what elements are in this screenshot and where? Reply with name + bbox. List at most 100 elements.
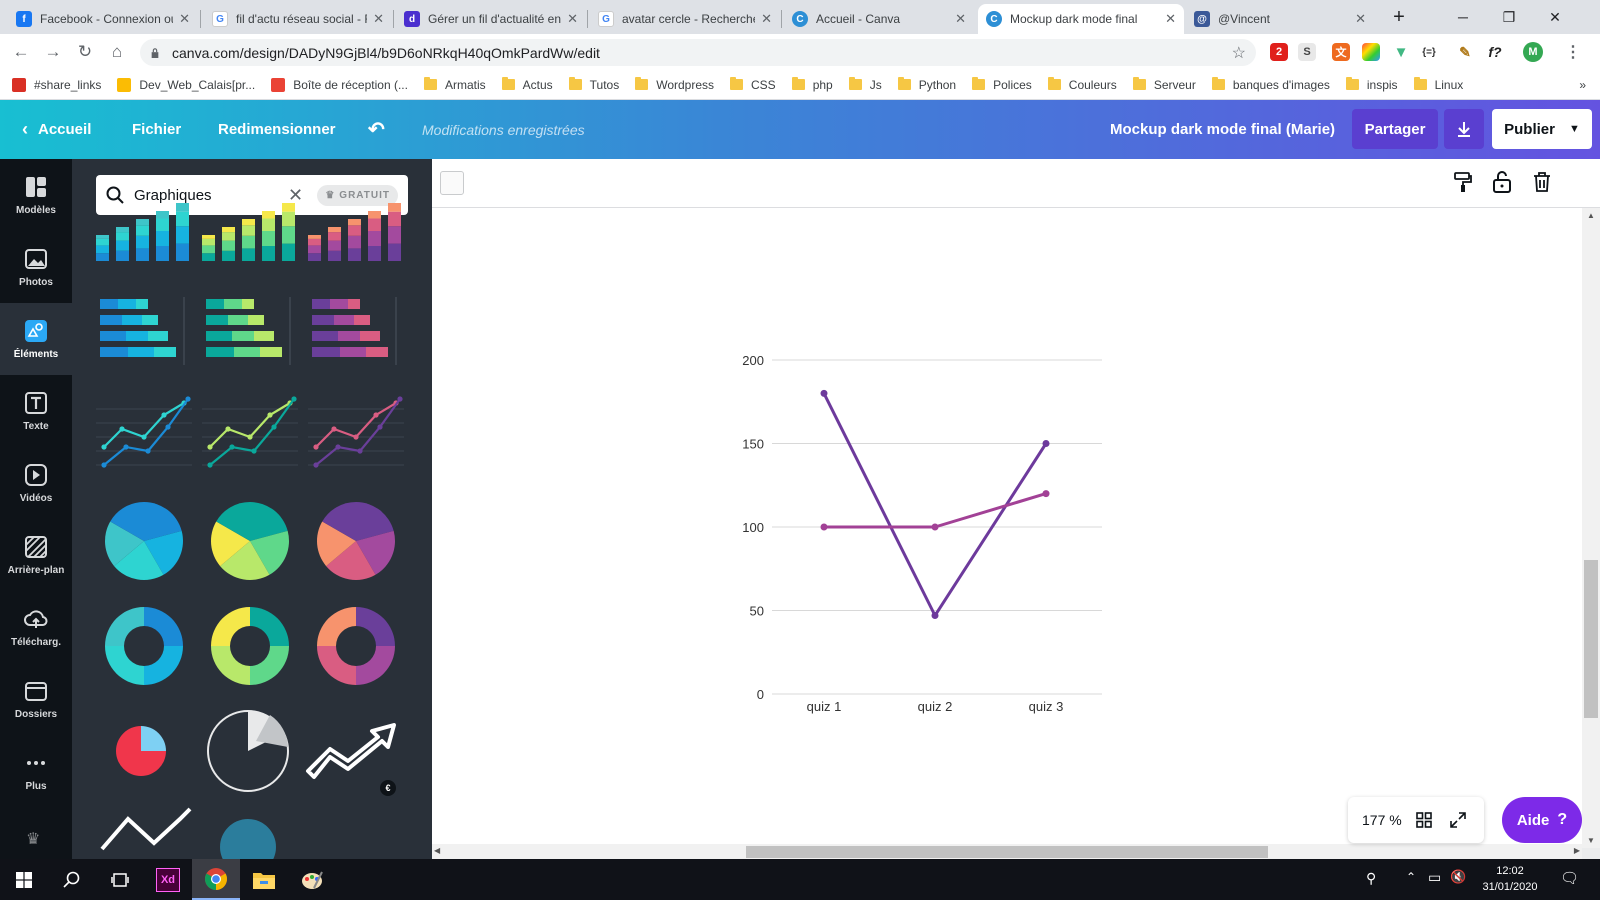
scroll-thumb[interactable]	[746, 846, 1268, 858]
vertical-scrollbar[interactable]: ▲ ▼	[1582, 208, 1600, 848]
bookmark-star-icon[interactable]: ☆	[1232, 43, 1246, 63]
graphic-line-chart[interactable]	[308, 396, 404, 468]
bookmark-item[interactable]: banques d'images	[1211, 77, 1330, 92]
bookmark-item[interactable]: #share_links	[12, 77, 101, 92]
bookmark-item[interactable]: Serveur	[1132, 77, 1196, 92]
graphic-circle[interactable]	[220, 819, 276, 859]
scroll-thumb[interactable]	[1584, 560, 1598, 718]
trash-icon[interactable]	[1532, 171, 1552, 193]
tab-canva-home[interactable]: C Accueil - Canva ✕	[784, 4, 974, 34]
rail-item-background[interactable]: Arrière-plan	[0, 519, 72, 591]
clock[interactable]: 12:02 31/01/2020	[1478, 863, 1542, 895]
download-button[interactable]	[1444, 109, 1484, 149]
tray-chevron-up-icon[interactable]: ⌃	[1406, 870, 1416, 884]
reload-button[interactable]: ↻	[72, 40, 98, 64]
xd-icon[interactable]: Xd	[144, 859, 192, 900]
graphic-line-chart[interactable]	[96, 396, 192, 468]
home-button[interactable]: ⌂	[104, 40, 130, 64]
close-icon[interactable]: ✕	[567, 11, 578, 27]
tab-dailymotion[interactable]: d Gérer un fil d'actualité en ✕	[396, 4, 586, 34]
color-swatch[interactable]	[440, 171, 464, 195]
graphic-pie-outline[interactable]	[207, 710, 289, 792]
rail-item-elements[interactable]: Éléments	[0, 303, 72, 375]
close-icon[interactable]: ✕	[1165, 11, 1176, 27]
graphic-stacked-bar[interactable]	[206, 297, 291, 365]
share-button[interactable]: Partager	[1352, 109, 1438, 149]
close-icon[interactable]: ✕	[1355, 11, 1366, 27]
scroll-up-icon[interactable]: ▲	[1587, 211, 1595, 220]
graphic-stacked-bar[interactable]	[312, 297, 397, 365]
back-button[interactable]: ←	[8, 40, 34, 64]
fullscreen-icon[interactable]	[1449, 812, 1466, 828]
menu-icon[interactable]: ⋮	[1564, 43, 1582, 61]
line-chart[interactable]: 0 50 100 150 200 quiz 1 quiz 2 quiz 3	[432, 208, 1582, 848]
bookmark-item[interactable]: Couleurs	[1047, 77, 1117, 92]
task-view-icon[interactable]	[96, 859, 144, 900]
avatar[interactable]: M	[1523, 42, 1543, 62]
graphic-stacked-column[interactable]	[202, 203, 295, 261]
publish-button[interactable]: Publier ▼	[1492, 109, 1592, 149]
paint-icon[interactable]	[288, 859, 336, 900]
tab-vincent[interactable]: @ @Vincent ✕	[1186, 4, 1374, 34]
graphic-stacked-column[interactable]	[96, 203, 189, 261]
undo-button[interactable]: ↶	[368, 100, 385, 159]
resize-button[interactable]: Redimensionner	[218, 100, 336, 159]
tab-google-search[interactable]: G fil d'actu réseau social - R ✕	[204, 4, 392, 34]
graphic-pie-chart[interactable]	[317, 502, 395, 580]
graphic-donut-chart[interactable]	[105, 607, 183, 685]
graphic-stacked-bar[interactable]	[100, 297, 185, 365]
graphic-growth-arrow[interactable]	[306, 723, 396, 779]
volume-muted-icon[interactable]: 🔇	[1450, 869, 1466, 885]
graphic-pie-chart[interactable]	[211, 502, 289, 580]
scroll-left-icon[interactable]: ◀	[434, 846, 440, 855]
graphic-line-chart[interactable]	[202, 396, 298, 468]
rail-item-folder[interactable]: Dossiers	[0, 663, 72, 735]
bookmark-item[interactable]: Python	[897, 77, 956, 92]
bookmark-item[interactable]: Armatis	[423, 77, 486, 92]
tray-people-icon[interactable]: ⚲	[1366, 870, 1376, 887]
doc-title[interactable]: Mockup dark mode final (Marie)	[1110, 100, 1335, 159]
close-icon[interactable]: ✕	[373, 11, 384, 27]
vue-icon[interactable]: ▼	[1392, 43, 1410, 61]
scroll-down-icon[interactable]: ▼	[1587, 836, 1595, 845]
bookmark-item[interactable]: Wordpress	[635, 77, 714, 92]
bookmark-item[interactable]: Tutos	[568, 77, 619, 92]
rail-item-photos[interactable]: Photos	[0, 231, 72, 303]
graphic-pie-chart[interactable]	[105, 502, 183, 580]
tab-canva-mockup[interactable]: C Mockup dark mode final ✕	[978, 4, 1184, 34]
graphic-stacked-column[interactable]	[308, 203, 401, 261]
more-bookmarks-button[interactable]: »	[1579, 78, 1586, 92]
tab-facebook[interactable]: f Facebook - Connexion ou ✕	[8, 4, 198, 34]
chrome-icon[interactable]	[192, 859, 240, 900]
new-tab-button[interactable]: +	[1376, 0, 1422, 34]
search-icon[interactable]	[48, 859, 96, 900]
grid-view-icon[interactable]	[1415, 812, 1432, 828]
url-bar[interactable]: canva.com/design/DADyN9GjBl4/b9D6oNRkqH4…	[140, 39, 1256, 66]
bookmark-item[interactable]: Linux	[1413, 77, 1463, 92]
bookmark-item[interactable]: inspis	[1345, 77, 1398, 92]
unlock-icon[interactable]	[1492, 170, 1512, 194]
tab-avatar-search[interactable]: G avatar cercle - Recherche ✕	[590, 4, 780, 34]
s-icon[interactable]: S	[1298, 43, 1316, 61]
notifications-icon[interactable]: 🗨	[1560, 869, 1579, 887]
adblock-icon[interactable]: 2	[1270, 43, 1288, 61]
horizontal-scrollbar[interactable]: ◀ ▶	[432, 844, 1582, 859]
bookmark-item[interactable]: Boîte de réception (...	[271, 77, 408, 92]
bookmark-item[interactable]: Polices	[972, 77, 1032, 92]
rail-item-text[interactable]: Texte	[0, 375, 72, 447]
translate-icon[interactable]: 文	[1332, 43, 1350, 61]
graphic-trend-arrow[interactable]	[100, 807, 192, 851]
close-window-button[interactable]: ✕	[1532, 0, 1578, 34]
design-page[interactable]: 0 50 100 150 200 quiz 1 quiz 2 quiz 3	[432, 208, 1582, 848]
rail-item-templates[interactable]: Modèles	[0, 159, 72, 231]
network-icon[interactable]: ▭	[1428, 869, 1441, 886]
crown-icon[interactable]: ♛	[26, 829, 40, 849]
pencil-icon[interactable]: ✎	[1456, 43, 1474, 61]
paint-roller-icon[interactable]	[1452, 171, 1474, 193]
bookmark-item[interactable]: Js	[848, 77, 882, 92]
windows-start-icon[interactable]	[0, 859, 48, 900]
json-icon[interactable]: {=}	[1420, 43, 1438, 61]
bookmark-item[interactable]: CSS	[730, 77, 776, 92]
minimize-button[interactable]: ─	[1440, 0, 1486, 34]
help-button[interactable]: Aide ?	[1502, 797, 1582, 843]
